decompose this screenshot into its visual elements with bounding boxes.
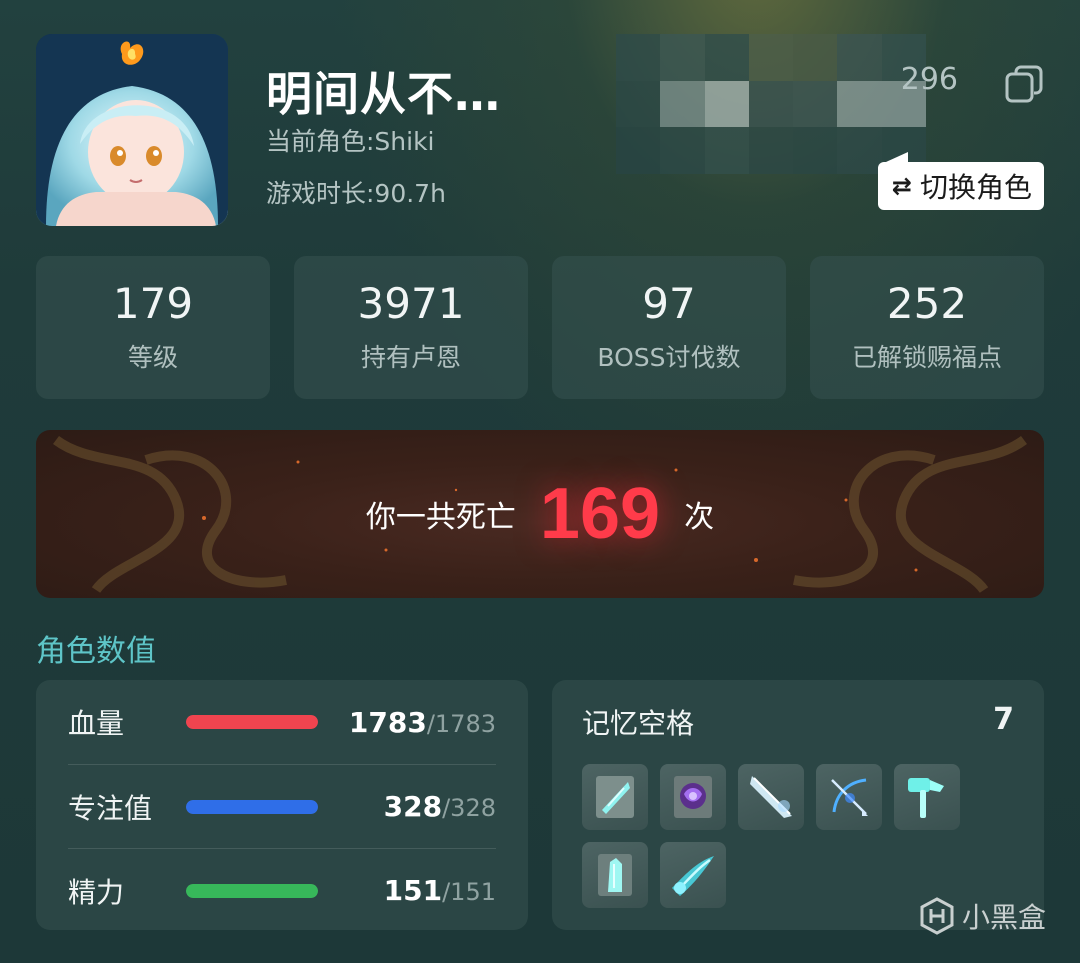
- switch-role-button[interactable]: ⇄ 切换角色: [877, 152, 1044, 210]
- watermark-text: 小黑盒: [961, 901, 1046, 934]
- death-summary: 你一共死亡 169 次: [36, 430, 1044, 598]
- copy-icon[interactable]: [1004, 64, 1044, 104]
- purple-spell-icon[interactable]: [660, 764, 726, 830]
- attr-value: 328/328: [383, 790, 496, 823]
- watermark: 小黑盒: [920, 896, 1046, 936]
- stamina-bar: [186, 883, 318, 898]
- stat-label: BOSS讨伐数: [597, 342, 741, 372]
- heybox-logo-icon: [920, 897, 954, 935]
- swap-icon: ⇄: [891, 172, 912, 200]
- memory-count: 7: [993, 702, 1014, 737]
- crystal-spell-icon[interactable]: [582, 764, 648, 830]
- stat-label: 已解锁赐福点: [851, 342, 1002, 372]
- stat-value: 179: [112, 279, 194, 329]
- hp-bar: [186, 715, 318, 729]
- attr-value: 1783/1783: [348, 705, 496, 739]
- blade-spell-icon[interactable]: [738, 764, 804, 830]
- hp-bar-fill: [186, 715, 318, 729]
- comet-spell-icon[interactable]: [660, 842, 726, 908]
- attributes-card: 血量 1783/1783 专注值 328/328 精力 151/151: [36, 680, 528, 930]
- player-uid: 296: [900, 62, 958, 97]
- attr-label: 专注值: [68, 791, 153, 825]
- stat-value: 3971: [357, 279, 465, 329]
- mosaic-blur: [616, 34, 926, 174]
- attr-max: /151: [442, 878, 496, 906]
- attr-row-stamina: 精力 151/151: [68, 848, 496, 932]
- stat-bosses: 97 BOSS讨伐数: [552, 256, 786, 399]
- memory-grid: [582, 764, 1022, 908]
- section-title: 角色数值: [36, 634, 156, 669]
- stat-graces: 252 已解锁赐福点: [810, 256, 1044, 399]
- death-suffix: 次: [684, 500, 715, 535]
- memory-title: 记忆空格: [582, 707, 695, 740]
- avatar[interactable]: [36, 34, 228, 226]
- fp-bar: [186, 799, 318, 814]
- stat-value: 252: [886, 279, 968, 329]
- current-role: 当前角色:Shiki: [266, 127, 435, 156]
- avatar-illustration: [36, 34, 228, 226]
- stat-label: 等级: [127, 342, 178, 372]
- stat-value: 97: [642, 279, 696, 329]
- attr-row-fp: 专注值 328/328: [68, 764, 496, 848]
- attr-max: /328: [442, 794, 496, 822]
- attr-label: 血量: [68, 707, 125, 740]
- attr-value: 151/151: [383, 874, 496, 907]
- memory-slots-card: 记忆空格 7: [552, 680, 1044, 930]
- play-time: 游戏时长:90.7h: [266, 179, 446, 208]
- attr-row-hp: 血量 1783/1783: [68, 680, 496, 764]
- stat-runes: 3971 持有卢恩: [294, 256, 528, 399]
- switch-role-label: 切换角色: [919, 171, 1032, 204]
- shard-spell-icon[interactable]: [582, 842, 648, 908]
- stamina-bar-fill: [186, 883, 318, 898]
- bow-spell-icon[interactable]: [816, 764, 882, 830]
- attr-label: 精力: [68, 875, 125, 909]
- death-prefix: 你一共死亡: [365, 500, 516, 535]
- player-name: 明间从不…: [266, 67, 501, 121]
- attr-max: /1783: [426, 709, 496, 738]
- death-count: 169: [539, 474, 661, 554]
- hammer-spell-icon[interactable]: [894, 764, 960, 830]
- stat-level: 179 等级: [36, 256, 270, 399]
- profile-header: 明间从不… 当前角色:Shiki 游戏时长:90.7h 296 ⇄ 切换角色: [36, 34, 1044, 229]
- fp-bar-fill: [186, 799, 318, 814]
- death-banner: 你一共死亡 169 次: [36, 430, 1044, 598]
- stats-row: 179 等级 3971 持有卢恩 97 BOSS讨伐数 252 已解锁赐福点: [36, 256, 1044, 399]
- stat-label: 持有卢恩: [360, 342, 461, 372]
